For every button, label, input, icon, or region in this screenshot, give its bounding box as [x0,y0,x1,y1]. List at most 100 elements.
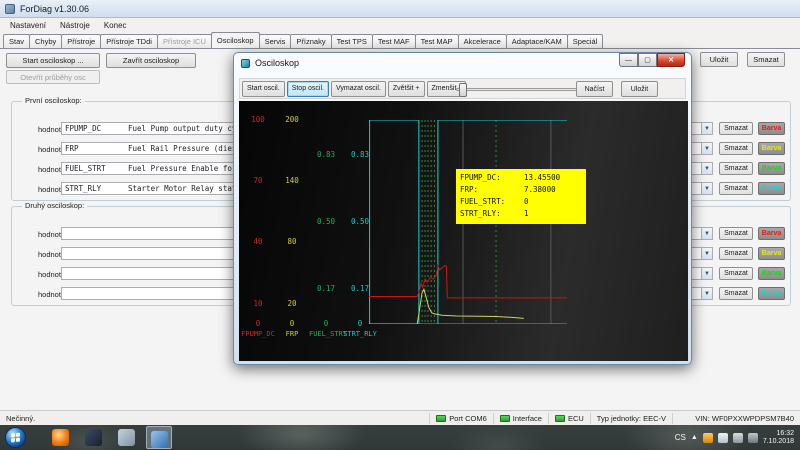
clock-date: 7.10.2018 [763,438,794,446]
zoom-in-button[interactable]: Zvětšit + [388,81,425,97]
dialog-titlebar[interactable]: Osciloskop — ▢ ✕ [234,53,691,73]
color-button[interactable]: Barva [758,162,785,175]
slider-thumb[interactable] [459,83,467,97]
tab-servis[interactable]: Servis [259,34,292,48]
delete-signal-button[interactable]: Smazat [719,142,753,155]
dialog-icon [241,59,250,68]
ecu-led-icon [555,415,565,422]
status-vin: VIN: WF0PXXWPDPSM7B40 [672,413,800,424]
tab-special[interactable]: Speciál [567,34,604,48]
firefox-icon[interactable] [52,429,69,446]
delete-signal-button[interactable]: Smazat [719,227,753,240]
tab-pristroje-tddi[interactable]: Přístroje TDdi [100,34,158,48]
color-button[interactable]: Barva [758,287,785,300]
load-button[interactable]: Načíst [576,81,613,97]
color-button[interactable]: Barva [758,122,785,135]
start-oscil-button[interactable]: Start oscil. [242,81,285,97]
group2-title: Druhý osciloskop: [22,201,87,210]
show-hidden-icons-icon[interactable]: ▲ [691,434,698,441]
delete-signal-button[interactable]: Smazat [719,162,753,175]
language-indicator[interactable]: CS [675,433,686,442]
trace-FRP [369,289,524,324]
open-run-button: Otevřít průběhy osc [6,70,100,84]
status-state: Nečinný. [0,414,429,423]
delete-signal-button[interactable]: Smazat [719,122,753,135]
chevron-down-icon[interactable]: ▼ [701,287,713,300]
app-icon-2[interactable] [85,429,102,446]
tab-osciloskop[interactable]: Osciloskop [211,32,260,48]
chevron-down-icon[interactable]: ▼ [701,122,713,135]
color-button[interactable]: Barva [758,247,785,260]
tab-chyby[interactable]: Chyby [29,34,62,48]
stop-oscil-button[interactable]: Stop oscil. [287,81,329,97]
titlebar: ForDiag v1.30.06 [0,0,800,18]
chevron-down-icon[interactable]: ▼ [701,162,713,175]
taskbar: CS ▲ 16:32 7.10.2018 [0,425,800,450]
delete-signal-button[interactable]: Smazat [719,267,753,280]
security-alert-icon[interactable] [703,433,713,443]
close-icon[interactable]: ✕ [657,53,685,67]
system-tray: CS ▲ 16:32 7.10.2018 [675,425,798,450]
maximize-button[interactable]: ▢ [638,53,657,67]
color-button[interactable]: Barva [758,227,785,240]
chevron-down-icon[interactable]: ▼ [701,267,713,280]
tab-test-tps[interactable]: Test TPS [331,34,373,48]
group1-title: První osciloskop: [22,96,85,105]
save-preset-button[interactable]: Uložit [700,52,738,67]
dialog-window-controls: — ▢ ✕ [619,53,685,67]
tabbar: Stav Chyby Přístroje Přístroje TDdi Přís… [0,32,800,48]
color-button[interactable]: Barva [758,267,785,280]
status-port: Port COM6 [429,413,493,424]
tab-stav[interactable]: Stav [3,34,30,48]
tab-akcelerace[interactable]: Akcelerace [458,34,507,48]
windows-logo-icon [11,433,20,443]
save-button[interactable]: Uložit [621,81,658,97]
tab-adaptace-kam[interactable]: Adaptace/KAM [506,34,568,48]
chevron-down-icon[interactable]: ▼ [701,182,713,195]
axis-FRP: 20014080200FRP [275,101,309,361]
timeline-slider[interactable] [456,88,588,91]
delete-preset-button[interactable]: Smazat [747,52,785,67]
dialog-title: Osciloskop [255,58,619,68]
tab-pristroje[interactable]: Přístroje [61,34,101,48]
network-icon[interactable] [718,433,728,443]
start-oscilloscope-button[interactable]: Start osciloskop ... [6,53,100,68]
fordiag-taskbar-icon [151,431,168,448]
delete-signal-button[interactable]: Smazat [719,287,753,300]
start-button[interactable] [5,427,26,448]
minimize-button[interactable]: — [619,53,638,67]
menubar: Nastavení Nástroje Konec [0,18,800,32]
color-button[interactable]: Barva [758,182,785,195]
clock[interactable]: 16:32 7.10.2018 [763,430,798,446]
status-interface: Interface [493,413,548,424]
port-led-icon [436,415,446,422]
chevron-down-icon[interactable]: ▼ [701,142,713,155]
menu-konec[interactable]: Konec [98,20,133,31]
clear-oscil-button[interactable]: Vymazat oscil. [331,81,386,97]
active-task-fordiag[interactable] [146,426,172,449]
device-icon[interactable] [733,433,743,443]
menu-nastaveni[interactable]: Nastavení [4,20,52,31]
trace-FPUMP_DC [369,266,567,298]
app-icon [5,4,15,14]
oscilloscope-dialog: Osciloskop — ▢ ✕ Start oscil. Stop oscil… [233,52,692,365]
color-button[interactable]: Barva [758,142,785,155]
app-icon-3[interactable] [118,429,135,446]
tab-test-map[interactable]: Test MAP [415,34,459,48]
chevron-down-icon[interactable]: ▼ [701,247,713,260]
tab-priznaky[interactable]: Příznaky [290,34,331,48]
clock-time: 16:32 [763,430,794,438]
interface-led-icon [500,415,510,422]
axis-FUEL_STRT: 0.830.500.170FUEL_STRT [309,101,343,361]
statusbar: Nečinný. Port COM6 Interface ECU Typ jed… [0,410,800,425]
status-unit: Typ jednotky: EEC-V [590,413,672,424]
delete-signal-button[interactable]: Smazat [719,247,753,260]
tab-pristroje-icu: Přístroje ICU [157,34,212,48]
oscilloscope-chart: 1007040100FPUMP_DC20014080200FRP0.830.50… [239,101,688,361]
chevron-down-icon[interactable]: ▼ [701,227,713,240]
delete-signal-button[interactable]: Smazat [719,182,753,195]
volume-muted-icon[interactable] [748,433,758,443]
close-oscilloscope-button[interactable]: Zavřít osciloskop [106,53,196,68]
tab-test-maf[interactable]: Test MAF [372,34,416,48]
menu-nastroje[interactable]: Nástroje [54,20,96,31]
